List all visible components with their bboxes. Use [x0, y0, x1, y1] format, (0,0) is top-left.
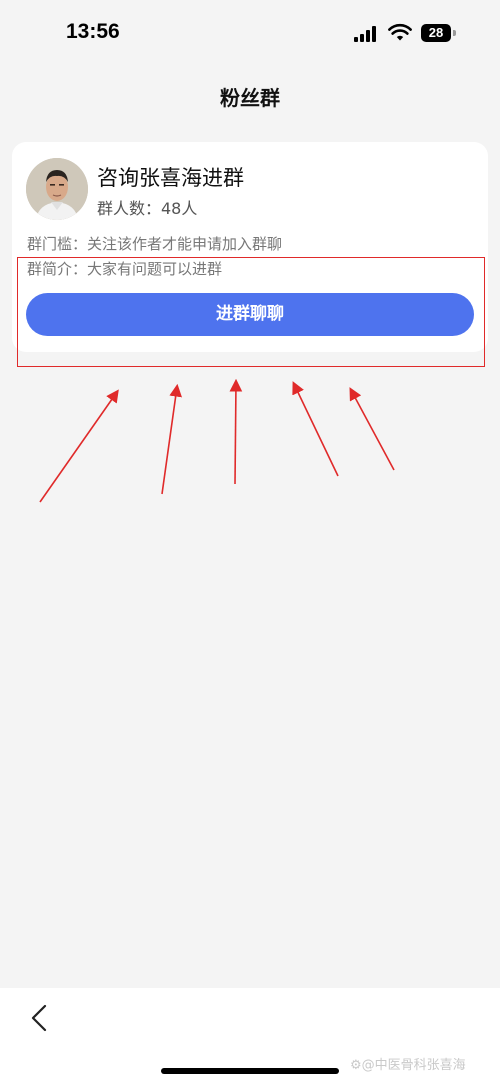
annotation-arrow	[349, 387, 395, 471]
battery-cap	[453, 30, 456, 36]
wifi-icon	[388, 23, 412, 41]
status-bar: 13:56 28	[0, 0, 500, 64]
cellular-signal-icon	[354, 26, 380, 42]
annotation-arrow	[292, 381, 339, 477]
annotation-highlight-box	[17, 257, 485, 367]
group-threshold: 群门槛：关注该作者才能申请加入群聊	[27, 235, 283, 253]
avatar	[26, 158, 88, 220]
member-count: 群人数：48人	[97, 199, 198, 218]
chevron-left-icon[interactable]	[26, 1002, 52, 1034]
status-time: 13:56	[66, 20, 120, 43]
page-title: 粉丝群	[220, 86, 280, 110]
annotation-arrow	[229, 378, 243, 485]
annotation-arrows	[39, 378, 395, 503]
watermark: ⚙@中医骨科张喜海	[350, 1058, 466, 1073]
annotation-arrow	[39, 389, 119, 503]
group-name: 咨询张喜海进群	[97, 166, 244, 190]
battery-icon: 28	[421, 24, 451, 42]
home-indicator	[161, 1068, 339, 1074]
annotation-arrow	[161, 383, 183, 495]
battery-level: 28	[428, 25, 444, 40]
